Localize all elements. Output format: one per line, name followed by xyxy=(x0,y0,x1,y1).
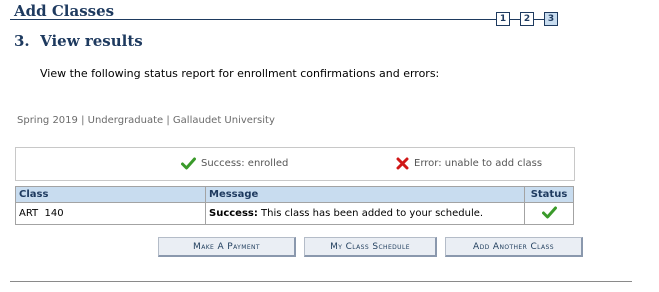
header-divider xyxy=(10,19,496,20)
page-header-title: Add Classes xyxy=(14,2,115,20)
step-indicator: 1 2 3 xyxy=(496,11,558,27)
results-table: Class Message Status ART 140 Success: Th… xyxy=(15,186,574,225)
term-info: Spring 2019 | Undergraduate | Gallaudet … xyxy=(17,115,275,126)
step-1[interactable]: 1 xyxy=(496,12,510,26)
my-class-schedule-button[interactable]: My Class Schedule xyxy=(304,237,437,257)
instructions-text: View the following status report for enr… xyxy=(40,67,440,80)
column-header-status: Status xyxy=(524,186,574,203)
legend-error-label: Error: unable to add class xyxy=(414,158,543,169)
step-3: 3 xyxy=(544,12,558,26)
column-header-message: Message xyxy=(205,186,525,203)
step-2[interactable]: 2 xyxy=(520,12,534,26)
status-cell xyxy=(524,202,574,225)
legend-success: Success: enrolled xyxy=(181,157,288,170)
class-cell: ART 140 xyxy=(15,202,206,225)
column-header-class: Class xyxy=(15,186,206,203)
add-another-class-button[interactable]: Add Another Class xyxy=(445,237,583,257)
status-legend: Success: enrolled Error: unable to add c… xyxy=(15,147,575,181)
section-title: 3. View results xyxy=(14,32,143,50)
message-text: This class has been added to your schedu… xyxy=(257,208,484,219)
table-header-row: Class Message Status xyxy=(15,186,574,203)
make-payment-button[interactable]: Make A Payment xyxy=(158,237,296,257)
legend-success-label: Success: enrolled xyxy=(201,158,289,169)
step-connector xyxy=(534,18,544,20)
table-row: ART 140 Success: This class has been add… xyxy=(15,202,574,225)
checkmark-icon xyxy=(541,206,557,219)
message-status-prefix: Success: xyxy=(209,208,258,219)
action-buttons: Make A Payment My Class Schedule Add Ano… xyxy=(158,237,583,257)
bottom-divider xyxy=(10,281,632,282)
step-connector xyxy=(510,18,520,20)
checkmark-icon xyxy=(181,157,196,170)
message-cell: Success: This class has been added to yo… xyxy=(205,202,525,225)
x-icon xyxy=(396,157,409,170)
legend-error: Error: unable to add class xyxy=(396,157,542,170)
